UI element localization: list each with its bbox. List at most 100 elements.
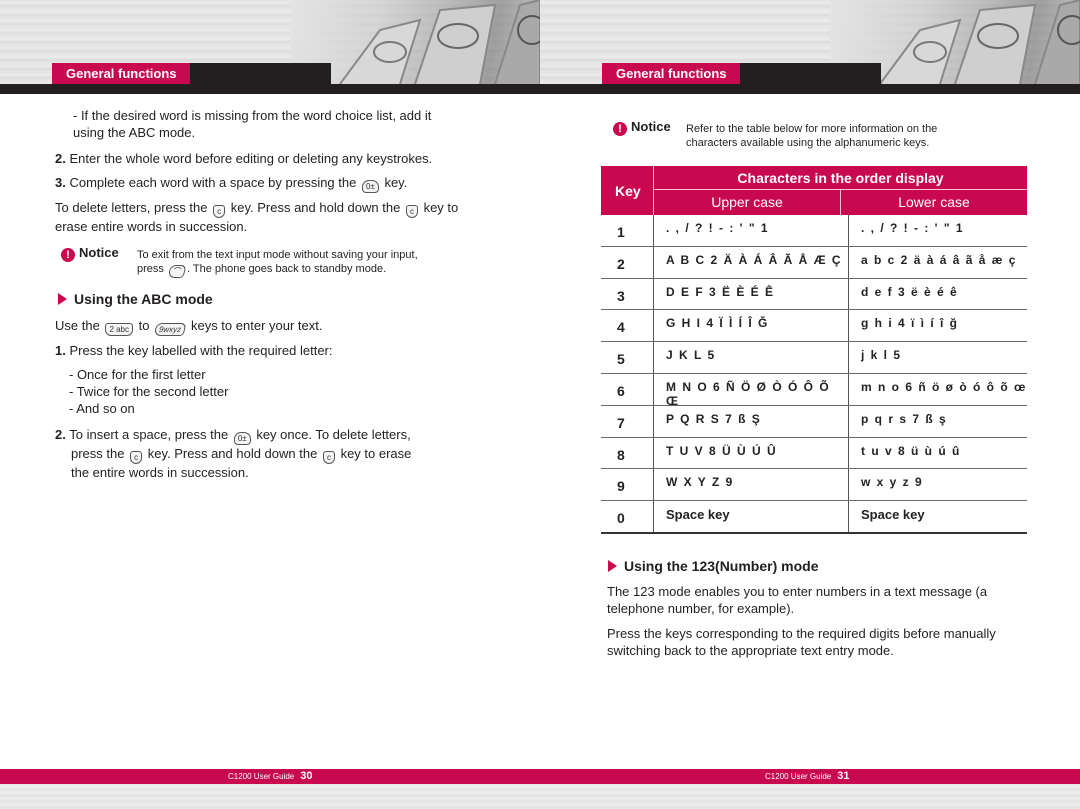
cell-lower: w x y z 9 [861, 475, 924, 490]
text: press [137, 263, 164, 275]
table-row: 8T U V 8 Ü Ù Ú Û t u v 8 ü ù ú û [601, 437, 1027, 470]
clear-key-icon: c [130, 451, 143, 464]
step-text: Enter the whole word before editing or d… [69, 151, 433, 166]
cell-lower: t u v 8 ü ù ú û [861, 443, 961, 458]
clear-key-icon: c [405, 205, 418, 218]
text: key once. To delete letters, [256, 427, 411, 442]
table-row: 7P Q R S 7 ß Ş p q r s 7 ß ş [601, 405, 1027, 438]
text: Use the [55, 318, 100, 333]
cell-key: 8 [601, 437, 654, 469]
page-number: 30 [300, 770, 313, 782]
table-row: 0 Space key Space key [601, 501, 1027, 535]
exclamation-icon: ! [61, 248, 75, 262]
notice-line: characters available using the alphanume… [686, 137, 930, 149]
cell-key: 0 [601, 501, 654, 533]
text: press the [71, 446, 125, 461]
text: keys to enter your text. [190, 318, 323, 333]
footer-guide-title: C1200 User Guide [765, 772, 832, 781]
notice-text: To exit from the text input mode without… [137, 248, 467, 278]
step-number: 1. [55, 343, 66, 358]
header-bar [0, 84, 540, 94]
cell-upper: P Q R S 7 ß Ş [654, 405, 849, 437]
col-header-key: Key [601, 166, 654, 215]
col-header-chars: Characters in the order display [654, 166, 1027, 190]
cell-upper: D E F 3 Ë È É Ê [654, 278, 849, 310]
notice-line: To exit from the text input mode without… [137, 249, 418, 261]
text: key to erase [340, 446, 412, 461]
col-subheaders: Upper case Lower case [654, 190, 1027, 215]
triangle-bullet-icon [608, 560, 617, 572]
line: 2. To insert a space, press the 0± key o… [55, 426, 475, 445]
footer-label: C1200 User Guide 30 [228, 769, 313, 784]
use-keys-text: Use the 2 abc to 9wxyz keys to enter you… [55, 317, 475, 336]
footer-label: C1200 User Guide 31 [765, 769, 850, 784]
table-row: 6M N O 6 Ñ Ö Ø Ò Ó Ô Õ Œ m n o 6 ñ ö ø ò … [601, 373, 1027, 408]
heading-text: Using the 123(Number) mode [624, 558, 819, 574]
footer-background [0, 784, 540, 809]
cell-upper: T U V 8 Ü Ù Ú Û [654, 437, 849, 469]
sub-item: - And so on [69, 401, 135, 416]
notice-heading: ! Notice [61, 246, 119, 262]
cell-lower: d e f 3 ë è é ê [861, 284, 959, 299]
table-row: 2A B C 2 Ä À Á Â Ã Å Æ Ç a b c 2 ä à á â … [601, 246, 1027, 279]
cell-upper: A B C 2 Ä À Á Â Ã Å Æ Ç [654, 246, 849, 278]
number-mode-paragraph-1: The 123 mode enables you to enter number… [607, 584, 988, 616]
step-text: Complete each word with a space by press… [69, 175, 357, 190]
clear-key-icon: c [213, 205, 226, 218]
cell-lower: . , / ? ! - : ' " 1 [861, 221, 965, 235]
notice-heading: ! Notice [613, 120, 671, 136]
delete-instructions: To delete letters, press the c key. Pres… [55, 199, 475, 235]
abc-step-2: 2. To insert a space, press the 0± key o… [55, 426, 475, 481]
table-row: 1. , / ? ! - : ' " 1. , / ? ! - : ' " 1 [601, 215, 1027, 247]
notice-label: Notice [79, 245, 119, 260]
right-page: General functions ! Notice Refer to the t… [540, 0, 1080, 809]
cell-upper: G H I 4 Ï Ì Í Î Ğ [654, 310, 849, 342]
heading-text: Using the ABC mode [74, 291, 213, 307]
cell-lower: j k l 5 [861, 348, 902, 363]
text: To insert a space, press the [69, 427, 229, 442]
notice-text: Refer to the table below for more inform… [686, 122, 1016, 150]
cell-lower: Space key [861, 507, 925, 523]
cell-key: 4 [601, 310, 654, 342]
zero-key-icon: 0± [233, 432, 251, 445]
cell-upper: . , / ? ! - : ' " 1 [654, 215, 849, 246]
notice-box: ! Notice Refer to the table below for mor… [613, 120, 1033, 151]
triangle-bullet-icon [58, 293, 67, 305]
table-header: Key Characters in the order display Uppe… [601, 166, 1027, 215]
step-text: key. [384, 175, 408, 190]
exclamation-icon: ! [613, 122, 627, 136]
step-text: Press the key labelled with the required… [69, 343, 333, 358]
text: key. Press and hold down the [147, 446, 318, 461]
character-table: Key Characters in the order display Uppe… [601, 166, 1027, 535]
cell-key: 1 [601, 215, 654, 246]
left-page: General functions - If the desired word … [0, 0, 540, 809]
table-row: 5J K L 5 j k l 5 [601, 342, 1027, 374]
section-heading-number: Using the 123(Number) mode [608, 558, 818, 574]
phone-illustration-icon [339, 0, 540, 84]
cell-upper: M N O 6 Ñ Ö Ø Ò Ó Ô Õ Œ [654, 373, 849, 408]
cell-lower: a b c 2 ä à á â ã å æ ç [861, 252, 1017, 267]
page-number: 31 [837, 770, 850, 782]
cell-key: 9 [601, 469, 654, 501]
phone-illustration-icon [879, 0, 1080, 84]
cell-key: 5 [601, 342, 654, 373]
text: to [138, 318, 150, 333]
notice-line: press ⌒. The phone goes back to standby … [137, 262, 467, 278]
sub-item: - Twice for the second letter [69, 384, 229, 399]
line: the entire words in succession. [71, 465, 249, 480]
nine-key-icon: 9wxyz [153, 323, 188, 336]
cell-lower: g h i 4 ï ì í î ğ [861, 316, 959, 331]
cell-key: 7 [601, 405, 654, 437]
abc-step-1: 1. Press the key labelled with the requi… [55, 342, 475, 359]
cell-key: 6 [601, 373, 654, 405]
text: To delete letters, press the [55, 200, 208, 215]
cell-upper: W X Y Z 9 [654, 469, 849, 501]
section-tab: General functions [602, 63, 740, 84]
abc-sub-list: - Once for the first letter - Twice for … [69, 366, 469, 417]
table-row: 4G H I 4 Ï Ì Í Î Ğ g h i 4 ï ì í î ğ [601, 310, 1027, 343]
step-2: 2. Enter the whole word before editing o… [55, 150, 475, 167]
cell-lower: p q r s 7 ß ş [861, 411, 948, 426]
notice-label: Notice [631, 119, 671, 134]
cell-key: 3 [601, 278, 654, 310]
text: . The phone goes back to standby mode. [186, 263, 387, 275]
